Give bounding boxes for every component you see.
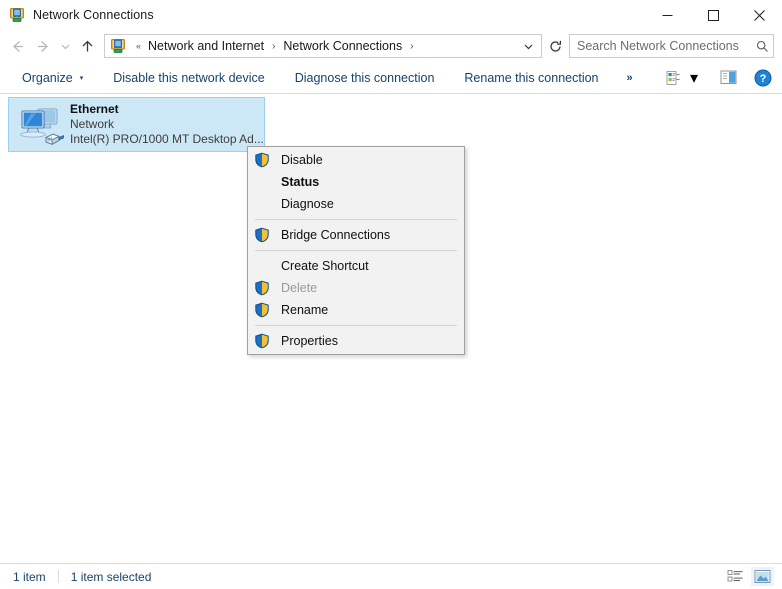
menu-item-create-shortcut[interactable]: Create Shortcut — [248, 255, 464, 277]
shield-icon — [254, 227, 271, 243]
window-title: Network Connections — [33, 8, 154, 22]
title-bar: Network Connections — [0, 0, 782, 30]
menu-separator — [255, 219, 457, 220]
menu-item-icon-placeholder — [254, 174, 271, 190]
minimize-button[interactable] — [644, 0, 690, 30]
menu-item-icon-placeholder — [254, 196, 271, 212]
connections-list[interactable]: Ethernet Network Intel(R) PRO/1000 MT De… — [0, 94, 782, 563]
shield-icon — [254, 280, 271, 296]
diagnose-connection-label: Diagnose this connection — [294, 70, 435, 85]
rename-connection-label: Rename this connection — [464, 70, 599, 85]
command-bar-overflow-button[interactable]: » — [620, 68, 640, 88]
rename-connection-button[interactable]: Rename this connection — [455, 67, 607, 89]
recent-locations-button[interactable] — [56, 33, 74, 59]
menu-item-status[interactable]: Status — [248, 171, 464, 193]
forward-button[interactable] — [30, 33, 56, 59]
up-button[interactable] — [74, 33, 100, 59]
organize-label: Organize — [22, 70, 73, 85]
chevron-down-icon[interactable] — [516, 42, 541, 51]
menu-item-label: Delete — [281, 281, 318, 295]
organize-button[interactable]: Organize ▾ — [13, 67, 92, 89]
search-box[interactable] — [569, 34, 774, 58]
menu-separator — [255, 325, 457, 326]
shield-icon — [254, 333, 271, 349]
chevron-down-icon: ▾ — [79, 74, 84, 82]
diagnose-connection-button[interactable]: Diagnose this connection — [286, 67, 444, 89]
details-view-button[interactable] — [724, 567, 747, 586]
status-view-buttons — [724, 567, 774, 586]
menu-item-disable[interactable]: Disable — [248, 149, 464, 171]
command-bar-right-group: ▾ ? — [661, 65, 774, 91]
help-button[interactable]: ? — [752, 67, 774, 89]
ethernet-adapter-icon — [16, 101, 64, 149]
details-view-icon — [727, 569, 744, 584]
connection-tile-text: Ethernet Network Intel(R) PRO/1000 MT De… — [70, 102, 264, 147]
disable-network-device-label: Disable this network device — [113, 70, 265, 85]
connection-network: Network — [70, 117, 115, 131]
breadcrumb[interactable]: « Network and Internet › Network Connect… — [104, 34, 542, 58]
disable-network-device-button[interactable]: Disable this network device — [104, 67, 273, 89]
menu-item-diagnose[interactable]: Diagnose — [248, 193, 464, 215]
address-bar: « Network and Internet › Network Connect… — [0, 30, 782, 62]
large-icons-view-icon — [754, 569, 771, 584]
command-bar: Organize ▾ Disable this network device D… — [0, 62, 782, 94]
menu-item-label: Disable — [281, 153, 323, 167]
menu-item-label: Properties — [281, 334, 338, 348]
connection-tile-ethernet[interactable]: Ethernet Network Intel(R) PRO/1000 MT De… — [8, 97, 265, 152]
breadcrumb-separator[interactable]: › — [266, 41, 281, 52]
menu-item-delete: Delete — [248, 277, 464, 299]
menu-item-label: Status — [281, 175, 320, 189]
context-menu: Disable Status Diagnose Bridge Connectio… — [247, 146, 465, 355]
status-bar: 1 item 1 item selected — [0, 563, 782, 589]
back-button[interactable] — [4, 33, 30, 59]
refresh-button[interactable] — [547, 40, 569, 53]
connection-adapter: Intel(R) PRO/1000 MT Desktop Ad... — [70, 132, 264, 146]
network-connections-icon — [9, 7, 25, 23]
window-controls — [644, 0, 782, 30]
network-connections-icon — [110, 38, 126, 54]
connection-name: Ethernet — [70, 102, 119, 116]
breadcrumb-separator[interactable]: › — [404, 41, 419, 52]
menu-item-bridge-connections[interactable]: Bridge Connections — [248, 224, 464, 246]
network-connections-window: Network Connections « Network and Intern… — [0, 0, 782, 589]
menu-item-label: Diagnose — [281, 197, 334, 211]
view-options-icon — [666, 70, 684, 86]
maximize-button[interactable] — [690, 0, 736, 30]
search-input[interactable] — [570, 36, 751, 56]
menu-separator — [255, 250, 457, 251]
preview-pane-icon — [720, 70, 738, 85]
status-divider — [57, 570, 59, 583]
breadcrumb-item-network-connections[interactable]: Network Connections — [281, 37, 404, 55]
menu-item-rename[interactable]: Rename — [248, 299, 464, 321]
view-options-button[interactable]: ▾ — [661, 65, 703, 91]
breadcrumb-item-network-and-internet[interactable]: Network and Internet — [146, 37, 266, 55]
preview-pane-button[interactable] — [715, 67, 743, 88]
close-button[interactable] — [736, 0, 782, 30]
breadcrumb-overflow-chevron[interactable]: « — [131, 41, 146, 51]
search-icon[interactable] — [751, 40, 773, 53]
shield-icon — [254, 152, 271, 168]
svg-text:?: ? — [760, 73, 767, 85]
large-icons-view-button[interactable] — [751, 567, 774, 586]
item-count: 1 item — [13, 569, 46, 584]
menu-item-icon-placeholder — [254, 258, 271, 274]
shield-icon — [254, 302, 271, 318]
menu-item-label: Rename — [281, 303, 329, 317]
menu-item-label: Create Shortcut — [281, 259, 369, 273]
menu-item-properties[interactable]: Properties — [248, 330, 464, 352]
selection-status: 1 item selected — [70, 569, 152, 584]
chevron-down-icon: ▾ — [689, 69, 698, 87]
menu-item-label: Bridge Connections — [281, 228, 391, 242]
